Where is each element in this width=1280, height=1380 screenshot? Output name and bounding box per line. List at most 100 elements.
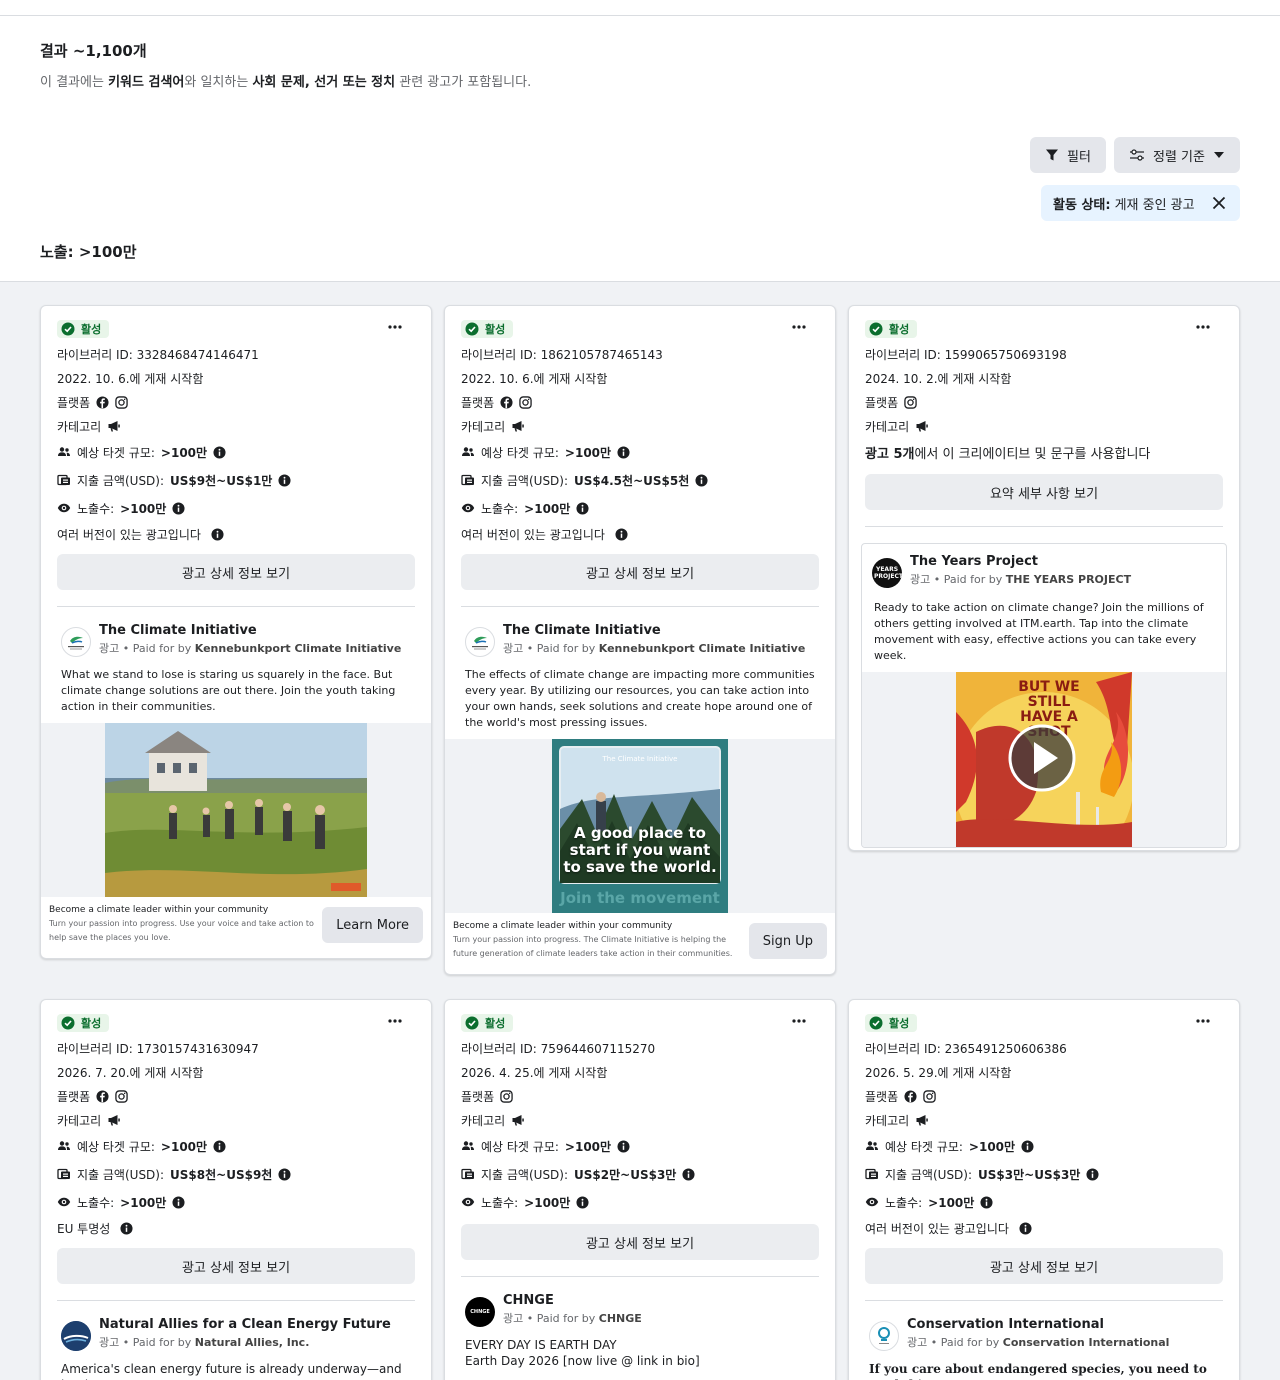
creative-usage-text: 광고 5개에서 이 크리에이티브 및 문구를 사용합니다 (865, 446, 1151, 462)
view-summary-details-button[interactable]: 요약 세부 사항 보기 (865, 474, 1223, 510)
filter-icon (1046, 149, 1059, 161)
close-icon[interactable] (1210, 194, 1228, 212)
ad-card: 활성 라이브러리 ID: 2365491250606386 2026. 5. 2… (848, 999, 1240, 1380)
caret-down-icon (1213, 152, 1224, 158)
paid-for-by: 광고 • Paid for by Kennebunkport Climate I… (503, 642, 806, 655)
check-circle-icon (61, 1016, 75, 1030)
view-ad-details-button[interactable]: 광고 상세 정보 보기 (57, 1248, 415, 1284)
impressions-row: 노출수: >100만 (865, 1188, 1223, 1216)
info-icon[interactable] (1019, 1222, 1032, 1235)
status-badge: 활성 (57, 320, 110, 338)
advertiser-logo[interactable] (61, 1321, 91, 1351)
advertiser-name[interactable]: The Climate Initiative (99, 623, 401, 638)
money-icon (57, 1167, 71, 1181)
more-options-icon[interactable] (791, 324, 807, 330)
start-date: 2026. 4. 25.에 게재 시작함 (461, 1065, 608, 1080)
sort-button[interactable]: 정렬 기준 (1114, 137, 1240, 173)
info-icon[interactable] (617, 1140, 630, 1153)
advertiser-logo[interactable]: CHNGE (465, 1297, 495, 1327)
ad-card: 활성 라이브러리 ID: 1599065750693198 2024. 10. … (848, 305, 1240, 851)
money-icon (461, 473, 475, 487)
eye-icon (865, 1195, 879, 1209)
paid-for-by: 광고 • Paid for by Kennebunkport Climate I… (99, 642, 402, 655)
more-options-icon[interactable] (791, 1018, 807, 1024)
advertiser-logo[interactable] (465, 627, 495, 657)
info-icon[interactable] (617, 446, 630, 459)
category-row: 카테고리 (865, 414, 1223, 438)
top-navigation-bar (0, 0, 1280, 16)
check-circle-icon (465, 322, 479, 336)
library-id: 라이브러리 ID: 3328468474146471 (57, 347, 259, 362)
advertiser-name[interactable]: CHNGE (503, 1293, 642, 1308)
info-icon[interactable] (172, 502, 185, 515)
status-badge: 활성 (461, 320, 514, 338)
learn-more-button[interactable]: Learn More (322, 907, 423, 943)
info-icon[interactable] (695, 474, 708, 487)
ad-preview: YEARS PROJECT The Years Project 광고 • Pai… (861, 543, 1227, 848)
info-icon[interactable] (980, 1196, 993, 1209)
money-icon (865, 1167, 879, 1181)
platform-row: 플랫폼 (57, 1084, 415, 1108)
facebook-icon (96, 396, 109, 409)
results-description: 이 결과에는 키워드 검색어와 일치하는 사회 문제, 선거 또는 정치 관련 … (40, 75, 532, 90)
info-icon[interactable] (576, 502, 589, 515)
money-icon (57, 473, 71, 487)
chip-label: 활동 상태: (1053, 197, 1111, 213)
category-row: 카테고리 (57, 1108, 415, 1132)
info-icon[interactable] (1021, 1140, 1034, 1153)
advertiser-name[interactable]: Conservation International (907, 1317, 1169, 1332)
info-icon[interactable] (1086, 1168, 1099, 1181)
info-icon[interactable] (120, 1222, 133, 1235)
more-options-icon[interactable] (1195, 324, 1211, 330)
info-icon[interactable] (213, 1140, 226, 1153)
advertiser-logo[interactable] (869, 1321, 899, 1351)
instagram-icon (115, 396, 128, 409)
results-header: 결과 ~1,100개 이 결과에는 키워드 검색어와 일치하는 사회 문제, 선… (0, 16, 1280, 282)
view-ad-details-button[interactable]: 광고 상세 정보 보기 (461, 1224, 819, 1260)
advertiser-logo[interactable]: YEARS PROJECT (872, 558, 902, 588)
play-icon[interactable] (1008, 724, 1076, 792)
spend-row: 지출 금액(USD): US$3만~US$3만 (865, 1160, 1223, 1188)
more-options-icon[interactable] (1195, 1018, 1211, 1024)
info-icon[interactable] (615, 528, 628, 541)
library-id: 라이브러리 ID: 1599065750693198 (865, 347, 1067, 362)
info-icon[interactable] (211, 528, 224, 541)
view-ad-details-button[interactable]: 광고 상세 정보 보기 (461, 554, 819, 590)
filter-button[interactable]: 필터 (1030, 137, 1106, 173)
ad-video[interactable]: BUT WE STILL HAVE A SHOT (862, 672, 1226, 847)
platform-row: 플랫폼 (57, 390, 415, 414)
advertiser-name[interactable]: The Years Project (910, 554, 1131, 569)
start-date: 2022. 10. 6.에 게재 시작함 (57, 371, 204, 386)
sign-up-button[interactable]: Sign Up (748, 923, 827, 959)
view-ad-details-button[interactable]: 광고 상세 정보 보기 (865, 1248, 1223, 1284)
more-options-icon[interactable] (387, 324, 403, 330)
info-icon[interactable] (213, 446, 226, 459)
sliders-icon (1130, 149, 1144, 161)
advertiser-logo[interactable] (61, 627, 91, 657)
info-icon[interactable] (576, 1196, 589, 1209)
instagram-icon (519, 396, 532, 409)
ad-image[interactable] (41, 723, 431, 897)
ad-card: 활성 라이브러리 ID: 3328468474146471 2022. 10. … (40, 305, 432, 959)
ad-body-text: If you care about endangered species, yo… (869, 1362, 1207, 1380)
view-ad-details-button[interactable]: 광고 상세 정보 보기 (57, 554, 415, 590)
ad-image[interactable]: The Climate Initiative A good place to st… (445, 739, 835, 913)
info-icon[interactable] (172, 1196, 185, 1209)
active-status-filter-chip[interactable]: 활동 상태: 게재 중인 광고 (1041, 185, 1240, 221)
target-size-row: 예상 타겟 규모: >100만 (57, 1132, 415, 1160)
start-date: 2026. 7. 20.에 게재 시작함 (57, 1065, 204, 1080)
platform-row: 플랫폼 (461, 390, 819, 414)
facebook-icon (904, 1090, 917, 1103)
info-icon[interactable] (682, 1168, 695, 1181)
eye-icon (461, 1195, 475, 1209)
target-size-row: 예상 타겟 규모: >100만 (461, 438, 819, 466)
info-icon[interactable] (278, 474, 291, 487)
info-icon[interactable] (278, 1168, 291, 1181)
more-options-icon[interactable] (387, 1018, 403, 1024)
advertiser-name[interactable]: The Climate Initiative (503, 623, 805, 638)
advertiser-name[interactable]: Natural Allies for a Clean Energy Future (99, 1317, 391, 1332)
cta-headline: Become a climate leader within your comm… (49, 905, 269, 915)
instagram-icon (923, 1090, 936, 1103)
image-headline: A good place to start if you want to save … (563, 824, 717, 876)
target-size-row: 예상 타겟 규모: >100만 (57, 438, 415, 466)
